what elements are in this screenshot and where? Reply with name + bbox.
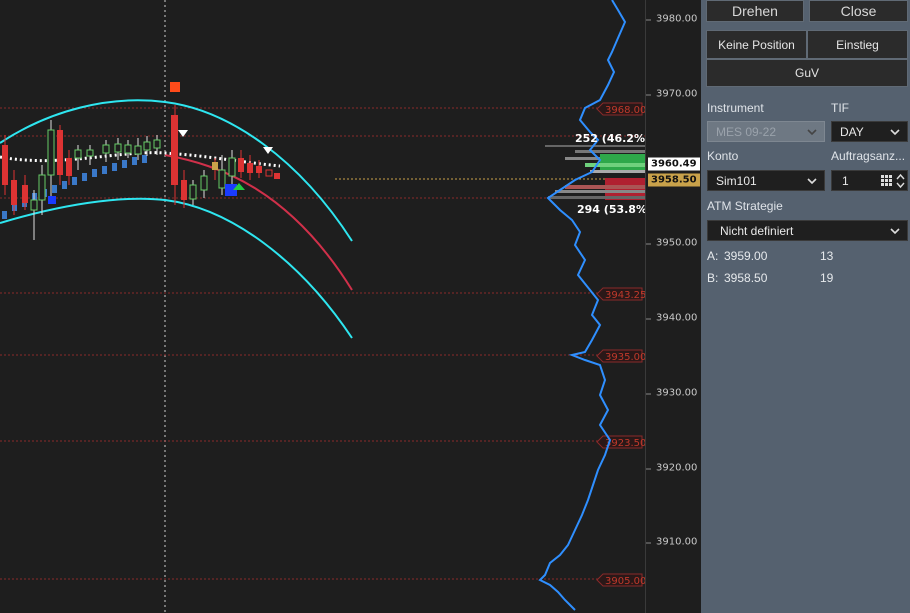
level-tag-3935: 3935.00 — [605, 352, 645, 363]
atm-strategy-label: ATM Strategie — [707, 199, 783, 213]
spinner-arrows-icon[interactable] — [896, 173, 905, 189]
position-button[interactable]: Keine Position — [706, 30, 807, 59]
ask-label: A: — [707, 249, 719, 263]
entry-button[interactable]: Einstieg — [807, 30, 908, 59]
level-tag-3923: 3923.50 — [605, 438, 645, 449]
level-tags: 3968.00 3943.25 3935.00 3923.50 3905.00 — [596, 102, 645, 587]
price-tick: 3980.00 — [645, 13, 698, 25]
instrument-select[interactable]: MES 09-22 — [707, 121, 825, 142]
pnl-button[interactable]: GuV — [706, 59, 908, 87]
volume-profile — [545, 145, 645, 200]
tif-label: TIF — [831, 101, 849, 115]
sell-arrow-icon — [178, 130, 188, 137]
signal-square-blue-small — [48, 196, 56, 204]
chevron-down-icon — [890, 129, 900, 136]
price-tick: 3920.00 — [645, 462, 698, 474]
order-qty-value: 1 — [842, 173, 849, 188]
bid-price-tag: 3958.50 — [648, 173, 700, 187]
price-tick: 3930.00 — [645, 387, 698, 399]
price-chart[interactable]: 3968.00 3943.25 3935.00 3923.50 3905.00 — [0, 0, 645, 613]
level-tag-3905: 3905.00 — [605, 576, 645, 587]
price-tick: 3910.00 — [645, 536, 698, 548]
signal-square-orange — [170, 82, 180, 92]
bid-label: B: — [707, 271, 719, 285]
price-line — [538, 0, 627, 611]
atm-strategy-value: Nicht definiert — [720, 223, 794, 238]
volume-stat-upper: 252 (46.2%) — [575, 132, 645, 145]
account-select[interactable]: Sim101 — [707, 170, 825, 191]
price-tick: 3970.00 — [645, 88, 698, 100]
order-qty-input[interactable]: 1 — [831, 170, 908, 191]
account-label: Konto — [707, 149, 739, 163]
atm-strategy-select[interactable]: Nicht definiert — [707, 220, 908, 241]
volume-stat-lower: 294 (53.8%) — [577, 203, 645, 216]
level-tag-3968: 3968.00 — [605, 105, 645, 116]
ask-size: 13 — [820, 249, 834, 263]
lower-band-curve — [0, 197, 353, 339]
last-price-tag: 3960.49 — [648, 157, 700, 171]
instrument-value: MES 09-22 — [716, 124, 777, 139]
price-tick: 3940.00 — [645, 312, 698, 324]
bid-size: 19 — [820, 271, 834, 285]
level-tag-3943: 3943.25 — [605, 290, 645, 301]
tif-value: DAY — [840, 124, 864, 139]
flip-button[interactable]: Drehen — [706, 0, 804, 22]
bid-price: 3958.50 — [724, 271, 768, 285]
tif-select[interactable]: DAY — [831, 121, 908, 142]
account-value: Sim101 — [716, 173, 757, 188]
price-axis[interactable]: 3980.00 3970.00 3950.00 3940.00 3930.00 … — [645, 0, 702, 613]
candlesticks — [2, 105, 280, 240]
chevron-down-icon — [807, 178, 817, 185]
chevron-down-icon — [890, 228, 900, 235]
order-qty-label: Auftragsanz... — [831, 149, 906, 163]
price-tick: 3950.00 — [645, 237, 698, 249]
calculator-icon[interactable] — [881, 175, 893, 187]
close-button[interactable]: Close — [809, 0, 908, 22]
instrument-label: Instrument — [707, 101, 764, 115]
chevron-down-icon — [807, 129, 817, 136]
chart-trader-panel: Drehen Close Keine Position Einstieg GuV… — [701, 0, 910, 613]
ask-price: 3959.00 — [724, 249, 768, 263]
